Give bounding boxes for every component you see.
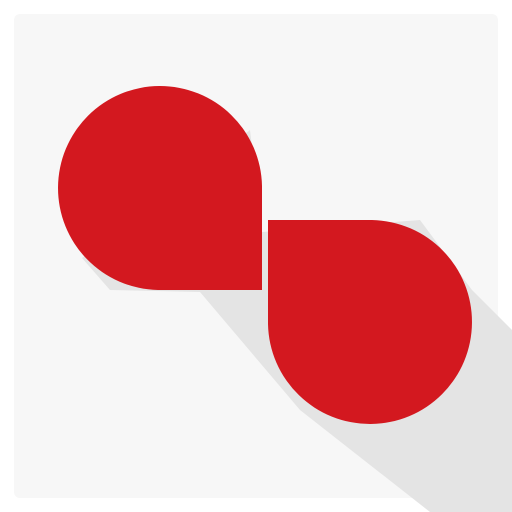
app-icon — [14, 14, 512, 512]
droplet-upper-left-icon — [58, 86, 263, 290]
droplet-lower-right-icon — [268, 220, 472, 424]
